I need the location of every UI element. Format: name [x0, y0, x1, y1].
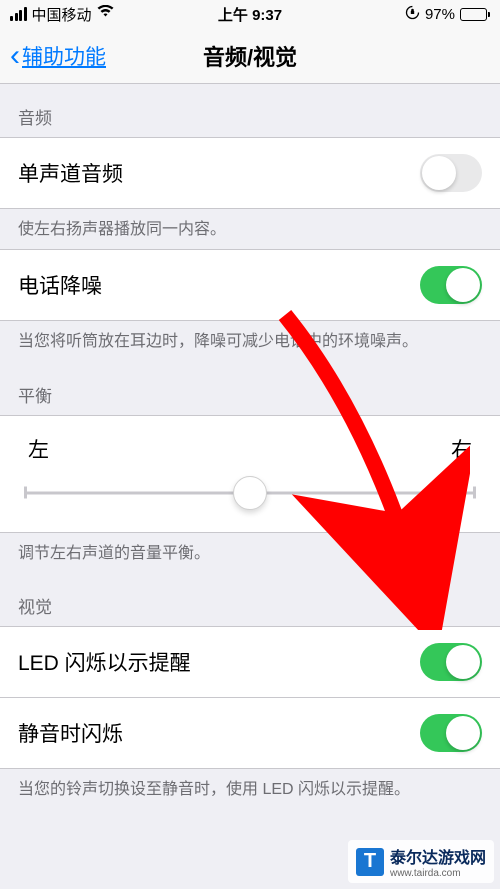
wifi-icon: [97, 5, 114, 23]
switch-led-flash[interactable]: [420, 643, 482, 681]
slider-thumb[interactable]: [233, 476, 267, 510]
footer-led-flash: 当您的铃声切换设至静音时，使用 LED 闪烁以示提醒。: [0, 769, 500, 809]
watermark: T 泰尔达游戏网 www.tairda.com: [348, 840, 494, 883]
battery-percent: 97%: [425, 6, 455, 23]
section-header-audio: 音频: [0, 84, 500, 137]
watermark-icon: T: [356, 848, 384, 876]
status-right: 97%: [405, 5, 490, 23]
balance-right-label: 右: [451, 434, 472, 464]
row-label: LED 闪烁以示提醒: [18, 647, 191, 677]
row-noise-cancel[interactable]: 电话降噪: [0, 249, 500, 321]
status-bar: 中国移动 上午 9:37 97%: [0, 0, 500, 28]
nav-bar: ‹ 辅助功能 音频/视觉: [0, 28, 500, 84]
balance-left-label: 左: [28, 434, 49, 464]
footer-noise-cancel: 当您将听筒放在耳边时，降噪可减少电话中的环境噪声。: [0, 321, 500, 361]
row-silent-flash[interactable]: 静音时闪烁: [0, 698, 500, 769]
rotation-lock-icon: [405, 5, 420, 23]
status-time: 上午 9:37: [218, 4, 282, 25]
watermark-url: www.tairda.com: [390, 868, 486, 879]
signal-icon: [10, 7, 27, 21]
row-led-flash[interactable]: LED 闪烁以示提醒: [0, 626, 500, 698]
battery-icon: [460, 8, 490, 21]
switch-mono-audio[interactable]: [420, 154, 482, 192]
watermark-name: 泰尔达游戏网: [390, 844, 486, 868]
back-button[interactable]: ‹ 辅助功能: [10, 41, 106, 71]
section-header-visual: 视觉: [0, 573, 500, 626]
page-title: 音频/视觉: [203, 40, 297, 72]
row-label: 单声道音频: [18, 158, 123, 188]
row-label: 静音时闪烁: [18, 718, 123, 748]
switch-silent-flash[interactable]: [420, 714, 482, 752]
row-mono-audio[interactable]: 单声道音频: [0, 137, 500, 209]
carrier-label: 中国移动: [32, 4, 92, 25]
switch-noise-cancel[interactable]: [420, 266, 482, 304]
section-header-balance: 平衡: [0, 362, 500, 415]
footer-balance: 调节左右声道的音量平衡。: [0, 533, 500, 573]
status-left: 中国移动: [10, 4, 114, 25]
row-balance: 左 右: [0, 415, 500, 533]
balance-slider[interactable]: [24, 478, 476, 508]
row-label: 电话降噪: [18, 270, 102, 300]
footer-mono-audio: 使左右扬声器播放同一内容。: [0, 209, 500, 249]
back-label: 辅助功能: [22, 41, 106, 71]
chevron-left-icon: ‹: [10, 41, 20, 71]
